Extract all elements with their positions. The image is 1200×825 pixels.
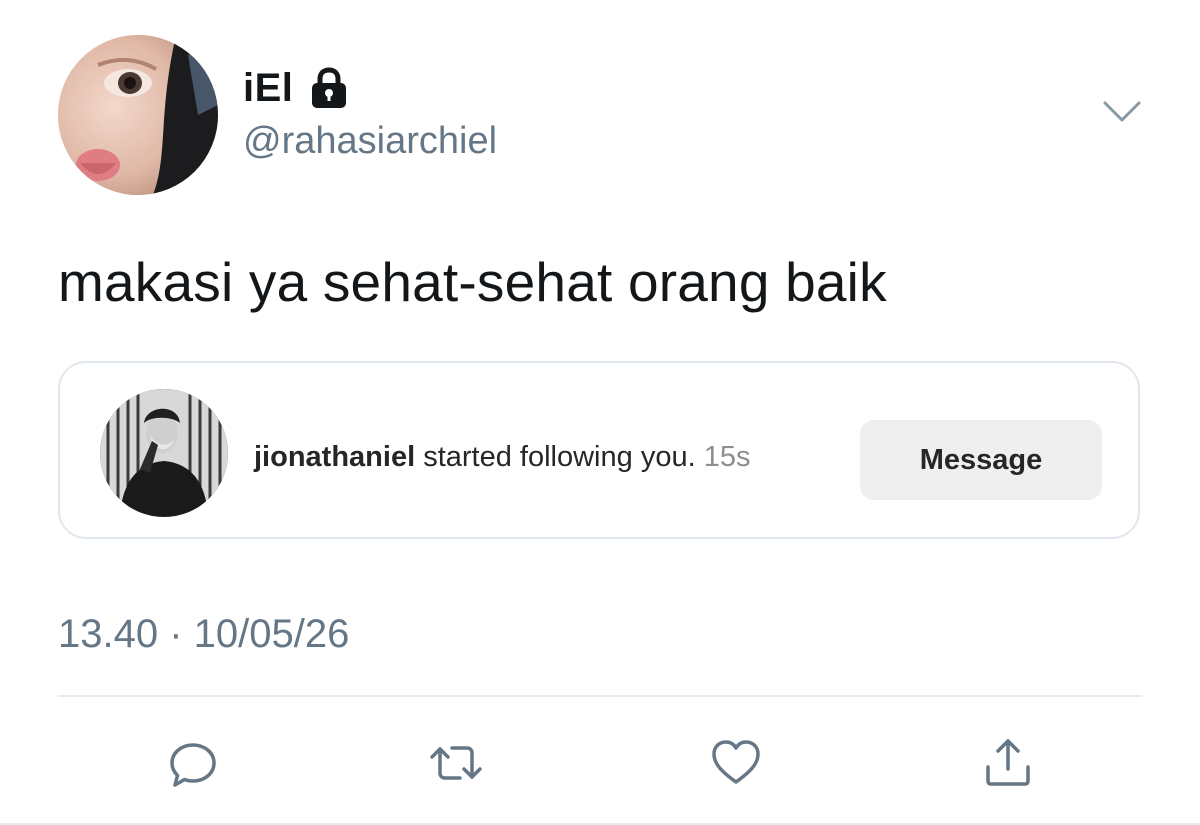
lock-icon bbox=[307, 66, 351, 110]
author-name-row: iEl bbox=[243, 62, 351, 114]
chevron-down-icon[interactable] bbox=[1102, 98, 1142, 126]
follower-avatar-photo bbox=[100, 389, 228, 517]
message-button[interactable]: Message bbox=[860, 420, 1102, 500]
share-icon bbox=[986, 739, 1030, 786]
share-button[interactable] bbox=[980, 735, 1036, 791]
reply-icon bbox=[170, 743, 216, 787]
notification-action: started following you. bbox=[423, 441, 696, 473]
tweet-detail-page: iEl @rahasiarchiel makasi ya sehat-sehat… bbox=[0, 0, 1200, 825]
notification-text: jionathaniel started following you. 15s bbox=[254, 441, 750, 474]
reply-button[interactable] bbox=[165, 735, 221, 791]
author-display-name[interactable]: iEl bbox=[243, 66, 293, 111]
like-button[interactable] bbox=[708, 735, 764, 791]
follower-username[interactable]: jionathaniel bbox=[254, 441, 415, 473]
follower-avatar[interactable] bbox=[100, 389, 228, 517]
author-avatar-photo bbox=[58, 35, 218, 195]
tweet-text: makasi ya sehat-sehat orang baik bbox=[58, 251, 887, 313]
notification-time: 15s bbox=[703, 441, 751, 473]
retweet-icon bbox=[430, 746, 482, 780]
divider bbox=[58, 695, 1142, 697]
retweet-button[interactable] bbox=[428, 735, 484, 791]
embedded-notification-card[interactable]: jionathaniel started following you. 15s … bbox=[58, 361, 1140, 539]
tweet-timestamp[interactable]: 13.40 · 10/05/26 bbox=[58, 612, 349, 657]
like-icon bbox=[712, 740, 760, 784]
author-handle[interactable]: @rahasiarchiel bbox=[243, 120, 497, 163]
author-avatar[interactable] bbox=[58, 35, 218, 195]
